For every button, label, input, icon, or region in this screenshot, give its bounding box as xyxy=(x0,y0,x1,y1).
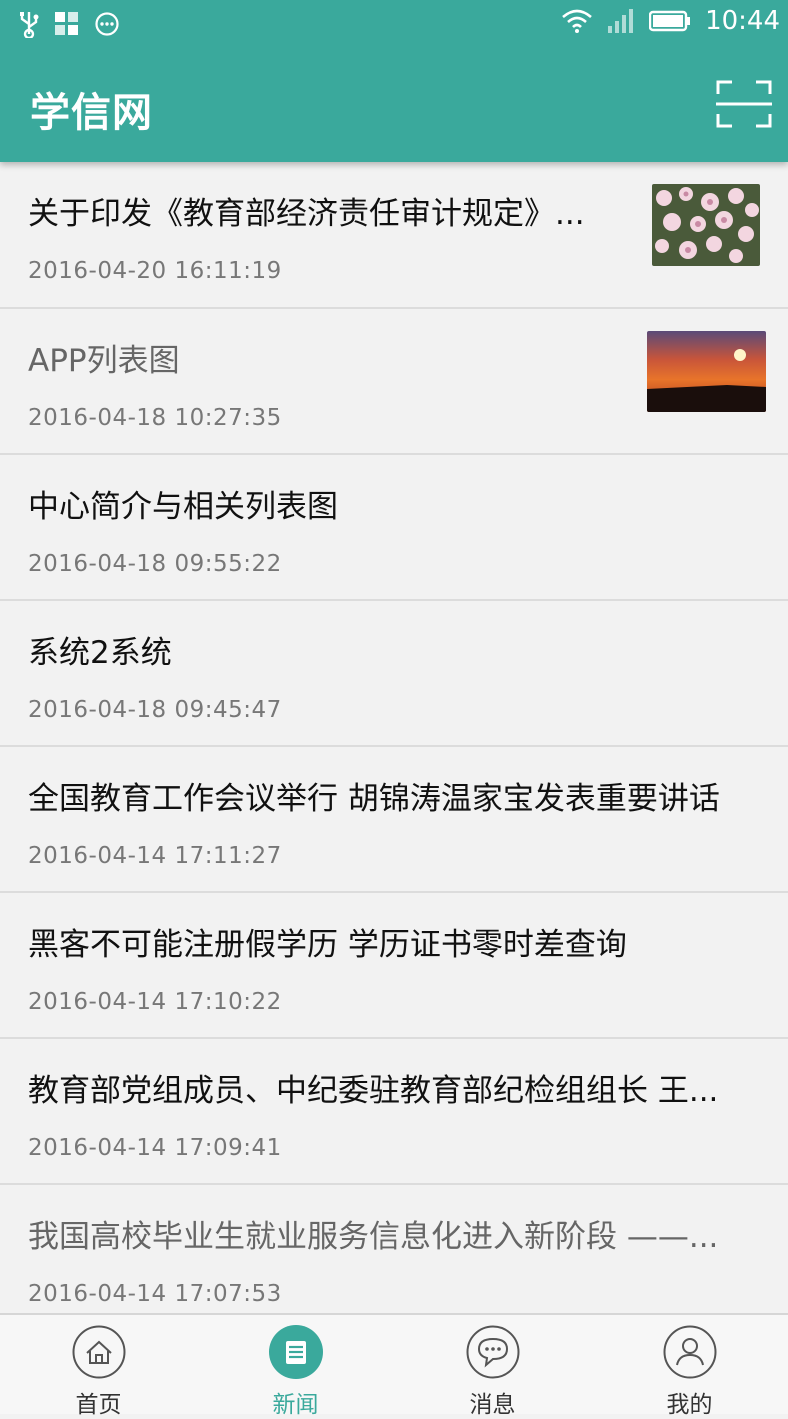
news-list: 关于印发《教育部经济责任审计规定》... 2016-04-20 16:11:19… xyxy=(0,162,788,1331)
bottom-tab-bar: 首页 新闻 消息 我的 xyxy=(0,1313,788,1418)
news-title: APP列表图 xyxy=(28,343,180,379)
battery-icon xyxy=(649,10,691,32)
tab-profile[interactable]: 我的 xyxy=(591,1315,788,1418)
tab-news[interactable]: 新闻 xyxy=(197,1315,394,1418)
tab-label: 消息 xyxy=(469,1392,516,1418)
news-date: 2016-04-18 09:55:22 xyxy=(28,551,282,577)
app-header: 10:44 学信网 xyxy=(0,0,788,162)
news-date: 2016-04-18 09:45:47 xyxy=(28,697,282,723)
more-icon xyxy=(95,12,119,36)
news-title: 关于印发《教育部经济责任审计规定》... xyxy=(28,196,585,232)
news-thumbnail-sunset xyxy=(647,331,766,412)
news-item[interactable]: 全国教育工作会议举行 胡锦涛温家宝发表重要讲话 2016-04-14 17:11… xyxy=(0,747,788,893)
profile-icon xyxy=(663,1325,716,1379)
news-item[interactable]: 黑客不可能注册假学历 学历证书零时差查询 2016-04-14 17:10:22 xyxy=(0,893,788,1039)
tab-label: 新闻 xyxy=(272,1392,319,1418)
scan-icon[interactable] xyxy=(716,80,772,128)
news-title: 黑客不可能注册假学历 学历证书零时差查询 xyxy=(28,927,627,963)
usb-icon xyxy=(20,12,39,38)
news-item[interactable]: 关于印发《教育部经济责任审计规定》... 2016-04-20 16:11:19 xyxy=(0,162,788,309)
apps-icon xyxy=(55,12,78,35)
news-date: 2016-04-14 17:11:27 xyxy=(28,843,282,869)
home-icon xyxy=(72,1325,125,1379)
tab-home[interactable]: 首页 xyxy=(0,1315,197,1418)
news-thumbnail-blossoms xyxy=(652,184,760,266)
status-time: 10:44 xyxy=(705,6,780,36)
page-title: 学信网 xyxy=(30,90,153,136)
tab-label: 首页 xyxy=(75,1392,122,1418)
news-title: 我国高校毕业生就业服务信息化进入新阶段 ——... xyxy=(28,1219,719,1255)
news-title: 系统2系统 xyxy=(28,635,172,671)
news-item[interactable]: 我国高校毕业生就业服务信息化进入新阶段 ——... 2016-04-14 17:… xyxy=(0,1185,788,1331)
tab-messages[interactable]: 消息 xyxy=(394,1315,591,1418)
status-bar: 10:44 xyxy=(0,0,788,48)
news-date: 2016-04-20 16:11:19 xyxy=(28,258,282,284)
news-item[interactable]: 教育部党组成员、中纪委驻教育部纪检组组长 王... 2016-04-14 17:… xyxy=(0,1039,788,1185)
news-icon xyxy=(268,1325,323,1379)
news-title: 中心简介与相关列表图 xyxy=(28,489,338,525)
news-item[interactable]: 中心简介与相关列表图 2016-04-18 09:55:22 xyxy=(0,455,788,601)
news-item[interactable]: APP列表图 2016-04-18 10:27:35 xyxy=(0,309,788,455)
news-date: 2016-04-14 17:09:41 xyxy=(28,1135,282,1161)
wifi-icon xyxy=(562,9,592,33)
tab-label: 我的 xyxy=(666,1392,713,1418)
news-item[interactable]: 系统2系统 2016-04-18 09:45:47 xyxy=(0,601,788,747)
news-date: 2016-04-14 17:07:53 xyxy=(28,1281,282,1307)
news-title: 教育部党组成员、中纪委驻教育部纪检组组长 王... xyxy=(28,1073,719,1109)
news-date: 2016-04-18 10:27:35 xyxy=(28,405,282,431)
news-title: 全国教育工作会议举行 胡锦涛温家宝发表重要讲话 xyxy=(28,781,720,817)
signal-icon xyxy=(608,9,634,33)
news-date: 2016-04-14 17:10:22 xyxy=(28,989,282,1015)
message-icon xyxy=(466,1325,519,1379)
